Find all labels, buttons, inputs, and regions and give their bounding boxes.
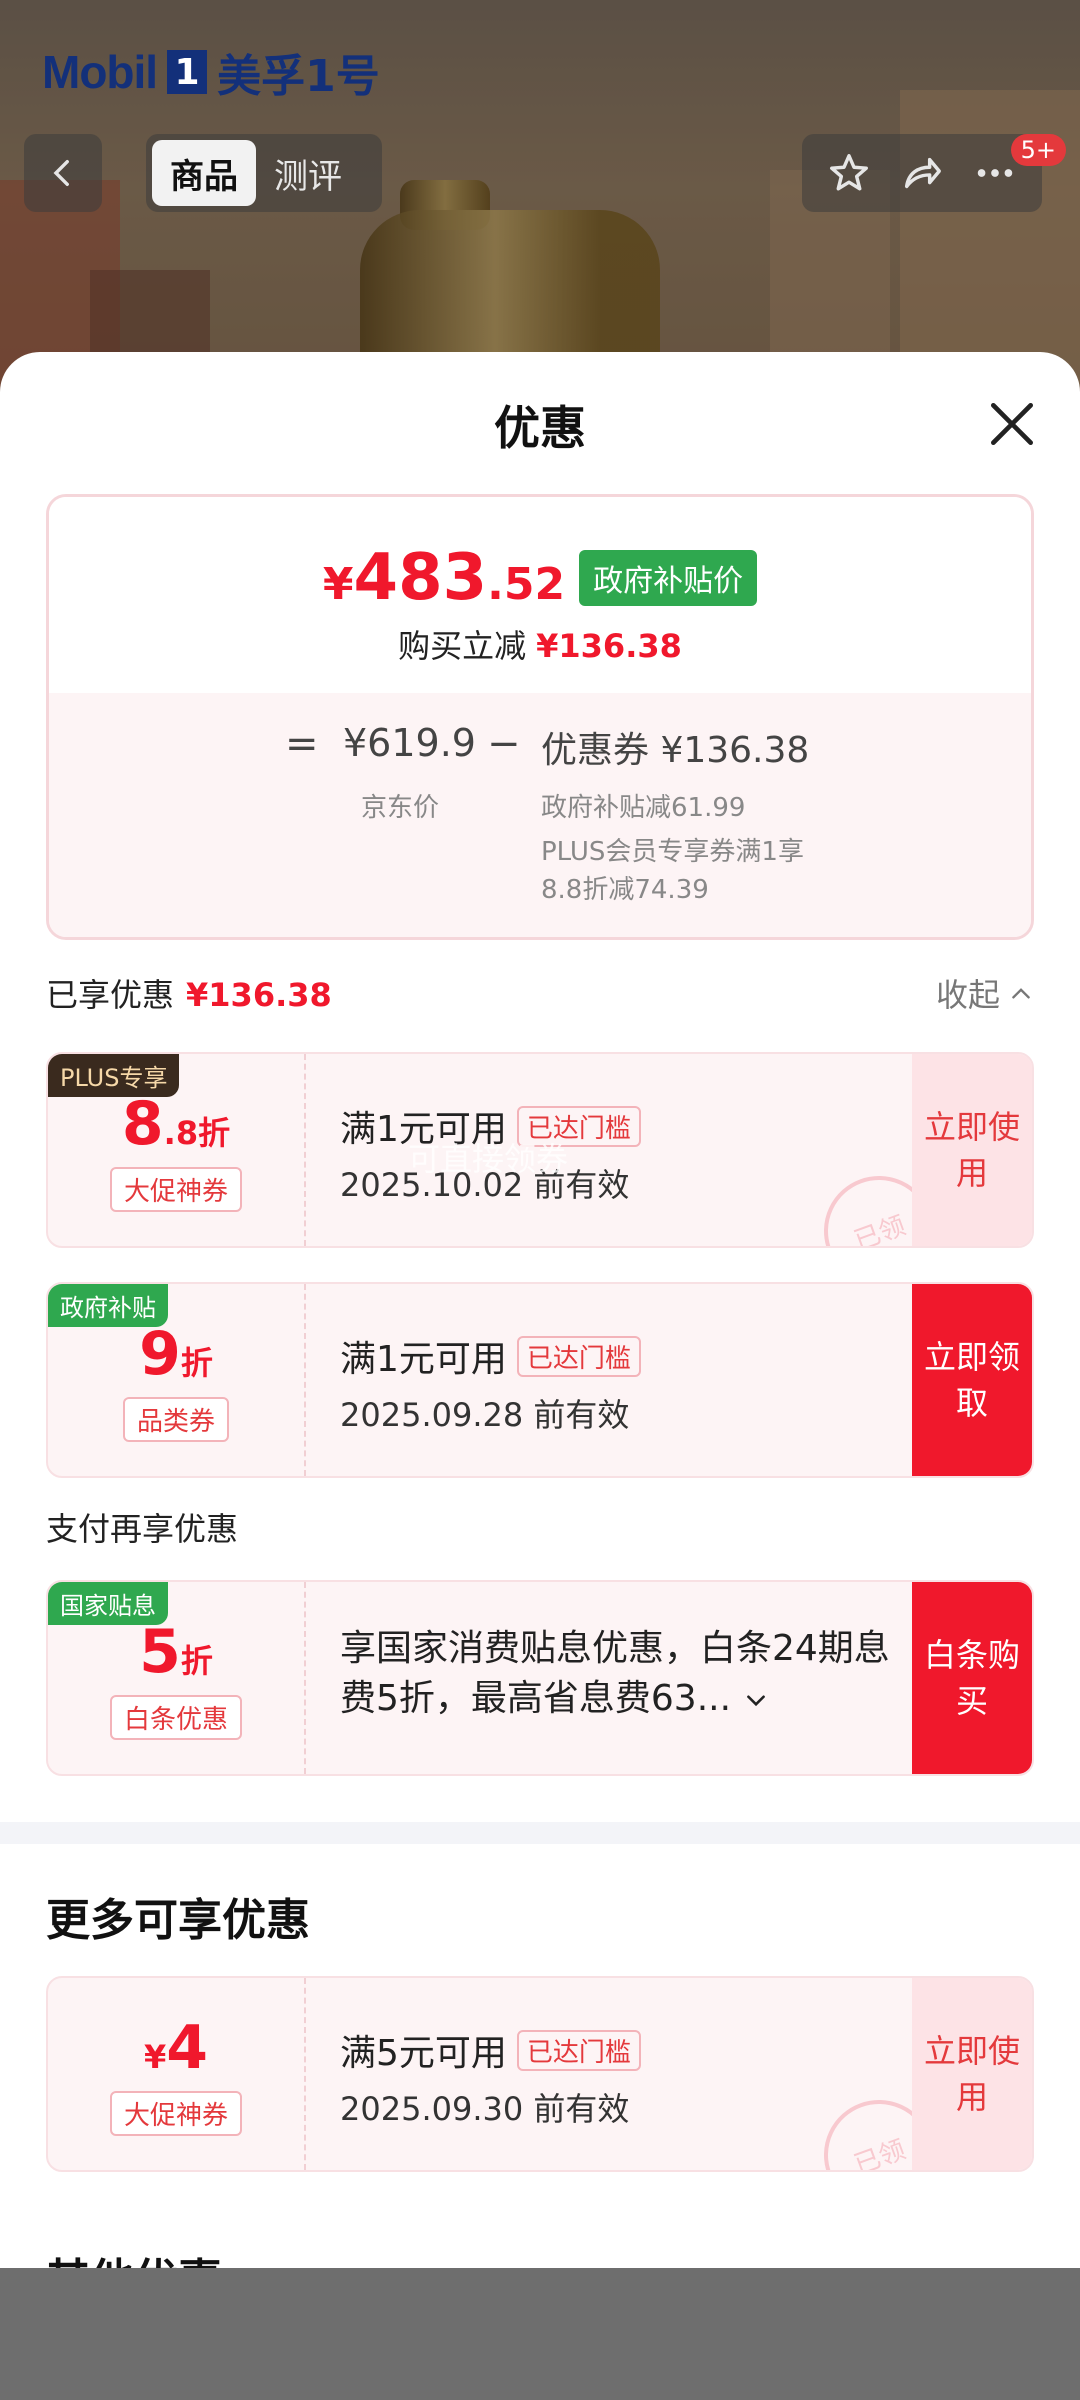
- coupon-card: PLUS专享 8.8折 大促神券 满1元可用 已达门槛 2025.10.02 前有…: [46, 1052, 1034, 1248]
- baitiao-offer-card: 国家贴息 5折 白条优惠 享国家消费贴息优惠，白条24期息费5折，最高省息费63…: [46, 1580, 1034, 1776]
- brand-logo: Mobil 1 美孚1号: [42, 40, 380, 104]
- watermark-text: 可直接领券: [408, 1140, 569, 1178]
- gov-subsidy-tag: 政府补贴价: [579, 550, 758, 606]
- brand-mobil-text: Mobil: [42, 46, 158, 98]
- close-icon[interactable]: [984, 396, 1040, 452]
- price-summary: ¥483.52 政府补贴价 购买立减 ¥136.38 = ¥619.9 京东价 −…: [46, 494, 1034, 940]
- collapse-button[interactable]: 收起: [936, 970, 1034, 1016]
- jd-price: ¥619.9: [343, 721, 476, 765]
- coupon-validity: 2025.09.28 前有效: [340, 1396, 630, 1434]
- coupon-condition: 满1元可用 已达门槛: [340, 1330, 641, 1382]
- coupon-card: ¥4 大促神券 满5元可用 已达门槛 2025.09.30 前有效 已领 立即使用: [46, 1976, 1034, 2172]
- message-count-badge: 5+: [1010, 134, 1066, 166]
- use-now-button[interactable]: 立即使用: [912, 1978, 1032, 2170]
- coupon-card: 政府补贴 9折 品类券 满1元可用 已达门槛 2025.09.28 前有效 立即领…: [46, 1282, 1034, 1478]
- enjoyed-discount: 已享优惠 ¥136.38: [46, 976, 332, 1014]
- coupon-discount: 9折: [139, 1318, 213, 1389]
- coupon-total: 优惠券 ¥136.38: [541, 730, 810, 771]
- header-tabs: 商品 测评: [146, 134, 382, 212]
- star-icon[interactable]: [826, 150, 872, 196]
- back-button[interactable]: [24, 134, 102, 212]
- more-offers-title: 更多可享优惠: [46, 1895, 310, 1946]
- coupon-type-tag: 大促神券: [109, 1166, 242, 1212]
- plus-exclusive-label: PLUS专享: [48, 1054, 180, 1097]
- final-price: ¥483.52: [322, 541, 566, 615]
- sheet-title: 优惠: [494, 401, 586, 455]
- brand-one-box: 1: [167, 50, 208, 94]
- tab-product[interactable]: 商品: [152, 140, 256, 206]
- equals-sign: =: [285, 721, 319, 767]
- pay-section-label: 支付再享优惠: [46, 1510, 239, 1548]
- more-icon[interactable]: [972, 150, 1018, 196]
- baitiao-buy-button[interactable]: 白条购买: [912, 1582, 1032, 1774]
- chevron-left-icon: [53, 159, 69, 187]
- plus-coupon-breakdown: PLUS会员专享券满1享8.8折减74.39: [541, 837, 804, 905]
- baitiao-offer-description[interactable]: 享国家消费贴息优惠，白条24期息费5折，最高省息费63...: [340, 1624, 900, 1724]
- coupon-type-tag: 大促神券: [109, 2090, 242, 2136]
- coupon-amount: ¥4: [143, 2012, 208, 2083]
- chevron-down-icon: [746, 1695, 765, 1707]
- coupon-discount: 5折: [139, 1616, 213, 1687]
- gov-subsidy-label: 政府补贴: [48, 1284, 168, 1327]
- minus-sign: −: [487, 721, 521, 767]
- header-actions: [802, 134, 1042, 212]
- gov-subsidy-breakdown: 政府补贴减61.99: [541, 793, 746, 823]
- share-icon[interactable]: [899, 150, 945, 196]
- tab-review[interactable]: 测评: [256, 140, 360, 206]
- claim-now-button[interactable]: 立即领取: [912, 1284, 1032, 1476]
- discount-sheet: 优惠 ¥483.52 政府补贴价 购买立减 ¥136.38 = ¥619.9 京东…: [0, 352, 1080, 2268]
- jd-price-label: 京东价: [361, 793, 440, 823]
- price-breakdown: = ¥619.9 京东价 − 优惠券 ¥136.38 政府补贴减61.99 PL…: [49, 693, 1031, 937]
- other-offers-title: 其他优惠: [46, 2244, 222, 2268]
- chevron-up-icon: [1012, 988, 1030, 999]
- brand-cn-text: 美孚1号: [217, 51, 380, 102]
- coupon-validity: 2025.09.30 前有效: [340, 2090, 630, 2128]
- national-subsidy-label: 国家贴息: [48, 1582, 168, 1625]
- instant-reduction: 购买立减 ¥136.38: [398, 627, 682, 665]
- coupon-condition: 满5元可用 已达门槛: [340, 2024, 641, 2076]
- system-nav-bar: [0, 2268, 1080, 2400]
- coupon-type-tag: 白条优惠: [109, 1694, 242, 1740]
- coupon-discount: 8.8折: [121, 1088, 231, 1159]
- section-divider: [0, 1822, 1080, 1844]
- coupon-type-tag: 品类券: [122, 1396, 229, 1442]
- use-now-button[interactable]: 立即使用: [912, 1054, 1032, 1246]
